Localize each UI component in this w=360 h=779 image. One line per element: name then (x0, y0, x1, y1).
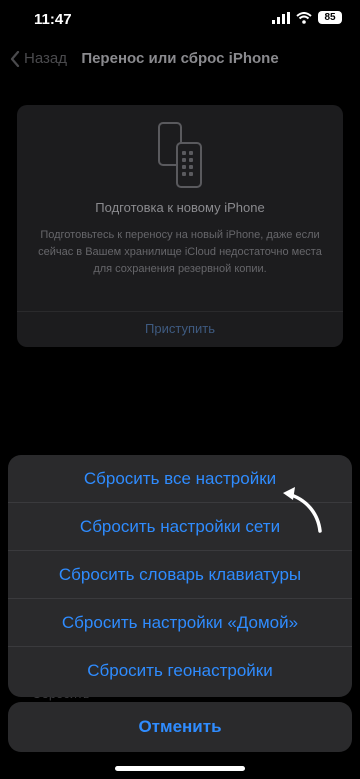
navigation-bar: Назад Перенос или сброс iPhone (0, 44, 360, 74)
card-title: Подготовка к новому iPhone (95, 200, 265, 215)
home-indicator (115, 766, 245, 771)
battery-level: 85 (324, 12, 336, 23)
status-bar: 11:47 85 (0, 0, 360, 40)
phones-icon (158, 122, 202, 188)
card-description: Подготовьтесь к переносу на новый iPhone… (38, 229, 322, 275)
reset-keyboard-dictionary-button[interactable]: Сбросить словарь клавиатуры (8, 551, 352, 599)
get-started-button[interactable]: Приступить (17, 321, 343, 336)
wifi-icon (296, 11, 312, 24)
cancel-button[interactable]: Отменить (8, 702, 352, 752)
status-icons: 85 (272, 11, 342, 24)
status-time: 11:47 (34, 11, 72, 28)
battery-icon: 85 (318, 11, 342, 24)
reset-home-screen-layout-button[interactable]: Сбросить настройки «Домой» (8, 599, 352, 647)
annotation-arrow-icon (283, 487, 322, 533)
prepare-new-iphone-card: Подготовка к новому iPhone Подготовьтесь… (17, 105, 343, 347)
card-divider (17, 311, 343, 312)
reset-location-privacy-button[interactable]: Сбросить геонастройки (8, 647, 352, 695)
signal-icon (272, 11, 290, 24)
page-title: Перенос или сброс iPhone (81, 50, 279, 67)
